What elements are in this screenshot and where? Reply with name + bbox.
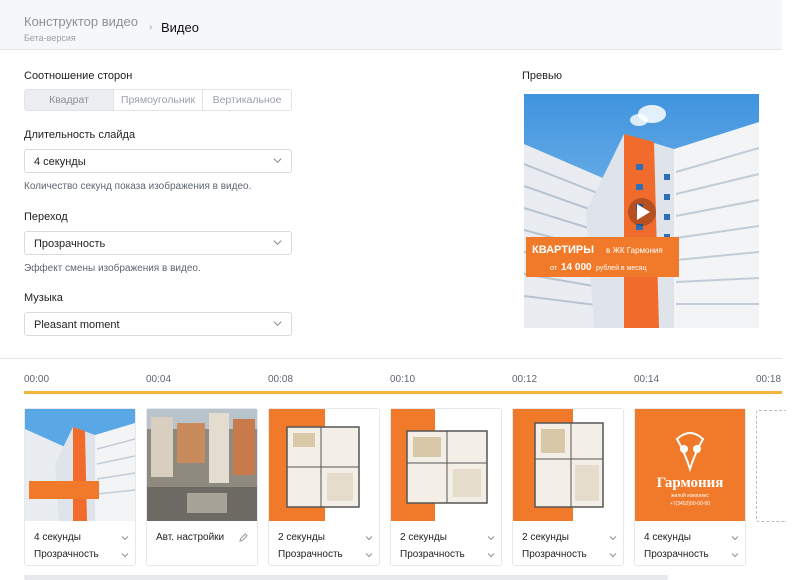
banner-line2-big: 14 000	[561, 262, 592, 273]
transition-label: Переход	[24, 211, 68, 223]
slide-thumbnail[interactable]: Гармония жилой комплекс +7(3452)00-00-00	[635, 409, 745, 521]
logo-sub: жилой комплекс	[671, 492, 709, 499]
slide-transition[interactable]: Прозрачность	[34, 549, 99, 560]
timeline-progress-bar[interactable]	[24, 391, 782, 394]
transition-select[interactable]: Прозрачность	[24, 231, 292, 255]
slide-duration[interactable]: 2 секунды	[278, 532, 325, 543]
breadcrumb-current: Видео	[161, 20, 199, 35]
slide-transition[interactable]: Прозрачность	[278, 549, 343, 560]
slide-auto-settings[interactable]: Авт. настройки	[156, 532, 224, 543]
timeline-tick: 00:10	[390, 374, 416, 385]
logo-phone: +7(3452)00-00-00	[670, 501, 710, 507]
logo-text: Гармония	[657, 475, 724, 491]
horizontal-scrollbar[interactable]	[24, 575, 668, 580]
aspect-option-vertical[interactable]: Вертикальное	[203, 90, 291, 110]
chevron-down-icon	[121, 553, 129, 558]
slide-duration[interactable]: 2 секунды	[400, 532, 447, 543]
slide-card[interactable]: 4 секунды Прозрачность	[24, 408, 136, 566]
timeline-tick: 00:00	[24, 374, 50, 385]
slide-thumbnail[interactable]	[25, 409, 135, 521]
preview-image: КВАРТИРЫ в ЖК Гармония от 14 000 рублей …	[524, 94, 759, 328]
breadcrumb-separator: ›	[149, 22, 153, 33]
banner-line2-post: рублей в месяц	[596, 264, 647, 272]
app-title[interactable]: Конструктор видео	[24, 14, 138, 29]
slide-thumbnail[interactable]	[269, 409, 379, 521]
aspect-option-square[interactable]: Квадрат	[25, 90, 114, 110]
timeline-tick: 00:14	[634, 374, 660, 385]
preview-player[interactable]: КВАРТИРЫ в ЖК Гармония от 14 000 рублей …	[524, 94, 759, 328]
chevron-down-icon	[365, 553, 373, 558]
chevron-down-icon	[273, 158, 282, 164]
timeline-tick: 00:04	[146, 374, 172, 385]
timeline-tick: 00:12	[512, 374, 538, 385]
chevron-down-icon	[609, 553, 617, 558]
slide-duration[interactable]: 4 секунды	[34, 532, 81, 543]
music-label: Музыка	[24, 292, 63, 304]
section-divider	[0, 358, 782, 359]
banner-line1-big: КВАРТИРЫ	[532, 244, 594, 256]
preview-label: Превью	[522, 70, 562, 82]
slide-card[interactable]: 2 секунды Прозрачность	[512, 408, 624, 566]
slide-card[interactable]: 2 секунды Прозрачность	[390, 408, 502, 566]
music-value: Pleasant moment	[34, 319, 120, 331]
duration-label: Длительность слайда	[24, 129, 136, 141]
banner-line2-pre: от	[550, 265, 558, 272]
chevron-down-icon	[121, 536, 129, 541]
chevron-down-icon	[487, 553, 495, 558]
add-slide-slot[interactable]	[756, 410, 786, 522]
chevron-down-icon	[609, 536, 617, 541]
pencil-icon[interactable]	[239, 533, 248, 542]
aspect-segmented-control: Квадрат Прямоугольник Вертикальное	[24, 89, 292, 111]
slide-card[interactable]: 2 секунды Прозрачность	[268, 408, 380, 566]
chevron-down-icon	[731, 536, 739, 541]
chevron-down-icon	[273, 240, 282, 246]
top-bar: Конструктор видео Бета-версия › Видео	[0, 0, 782, 50]
banner-line1-small: в ЖК Гармония	[606, 246, 663, 255]
chevron-down-icon	[273, 321, 282, 327]
slide-transition[interactable]: Прозрачность	[522, 549, 587, 560]
duration-hint: Количество секунд показа изображения в в…	[24, 181, 252, 192]
slide-card[interactable]: Авт. настройки	[146, 408, 258, 566]
music-select[interactable]: Pleasant moment	[24, 312, 292, 336]
slide-thumbnail[interactable]	[513, 409, 623, 521]
slide-transition[interactable]: Прозрачность	[400, 549, 465, 560]
chevron-down-icon	[365, 536, 373, 541]
timeline-tick: 00:18	[756, 374, 782, 385]
aspect-label: Соотношение сторон	[24, 70, 133, 82]
chevron-down-icon	[487, 536, 495, 541]
app-subtitle: Бета-версия	[24, 33, 76, 43]
transition-value: Прозрачность	[34, 238, 106, 250]
slide-transition[interactable]: Прозрачность	[644, 549, 709, 560]
aspect-option-rectangle[interactable]: Прямоугольник	[114, 90, 203, 110]
duration-select[interactable]: 4 секунды	[24, 149, 292, 173]
transition-hint: Эффект смены изображения в видео.	[24, 263, 201, 274]
slide-thumbnail[interactable]	[147, 409, 257, 521]
slide-duration[interactable]: 2 секунды	[522, 532, 569, 543]
slide-card[interactable]: Гармония жилой комплекс +7(3452)00-00-00…	[634, 408, 746, 566]
timeline-tick: 00:08	[268, 374, 294, 385]
slide-thumbnail[interactable]	[391, 409, 501, 521]
chevron-down-icon	[731, 553, 739, 558]
slide-duration[interactable]: 4 секунды	[644, 532, 691, 543]
duration-value: 4 секунды	[34, 156, 86, 168]
